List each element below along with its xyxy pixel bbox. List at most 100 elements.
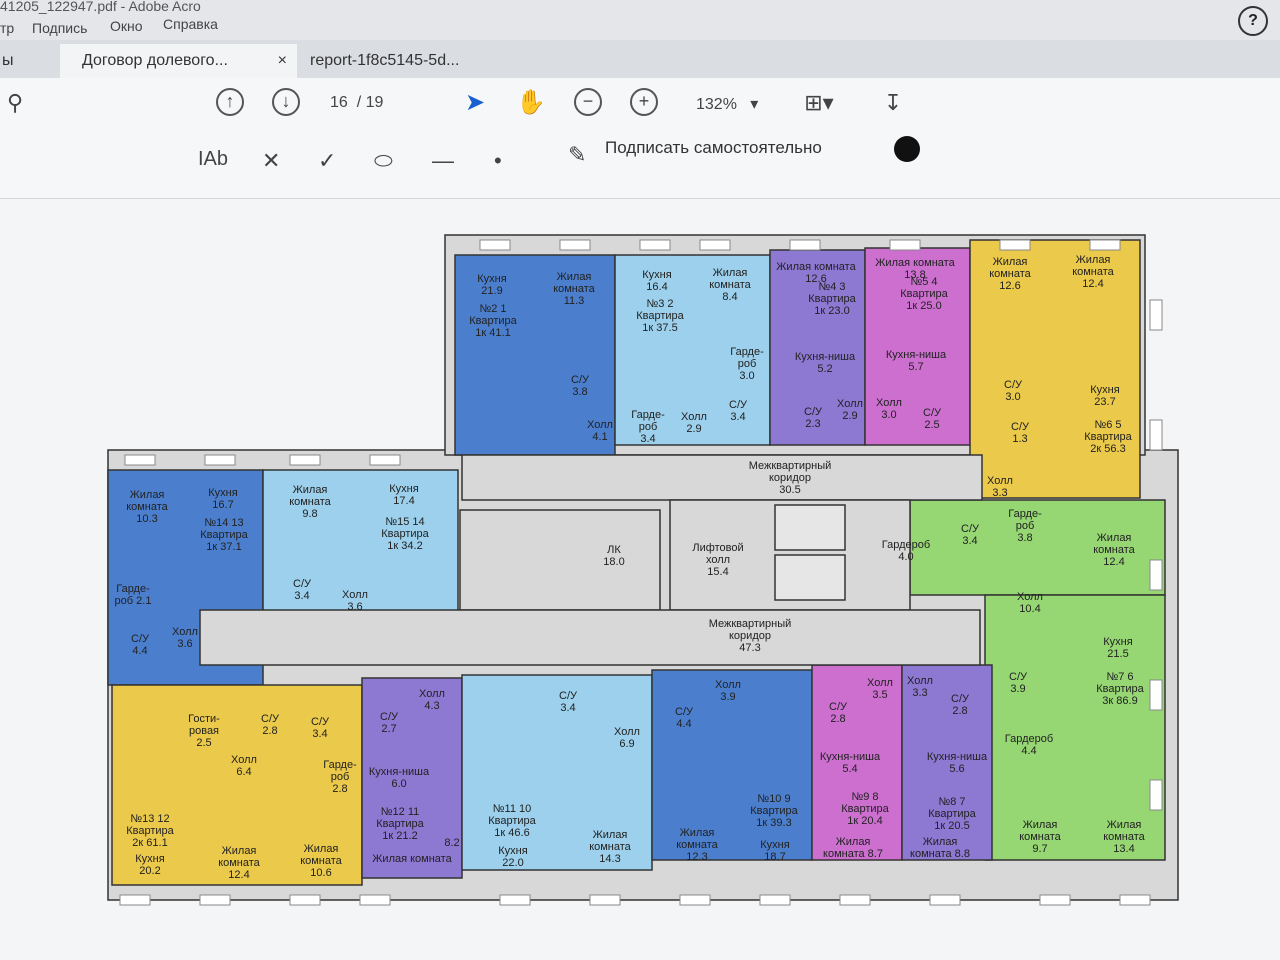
- tab-contract[interactable]: Договор долевого... ×: [60, 44, 297, 78]
- room-label-line: Гарде-: [631, 409, 665, 421]
- room-label-line: №10 9: [757, 793, 790, 805]
- tab-close-icon[interactable]: ×: [278, 44, 287, 78]
- room-label-line: 3.4: [294, 590, 309, 602]
- room-label: Кухня 17.4: [389, 483, 418, 507]
- menu-item-help[interactable]: Справка: [163, 16, 218, 32]
- room-label-line: Квартира: [469, 315, 517, 327]
- room-label-line: Холл: [172, 626, 198, 638]
- zoom-in-icon[interactable]: +: [630, 88, 658, 116]
- room-label-line: 3.5: [872, 689, 887, 701]
- room-label-line: коридор: [769, 472, 811, 484]
- check-mark-icon[interactable]: ✓: [318, 148, 336, 174]
- room-label-line: 4.1: [592, 431, 607, 443]
- next-page-icon[interactable]: ↓: [272, 88, 300, 116]
- room-label-line: 6.4: [236, 766, 251, 778]
- page-number-input[interactable]: 16: [330, 94, 348, 111]
- room-label-line: 2.9: [842, 410, 857, 422]
- line-icon[interactable]: —: [432, 148, 454, 174]
- sign-yourself-button[interactable]: Подписать самостоятельно: [605, 138, 822, 158]
- zoom-out-icon[interactable]: −: [574, 88, 602, 116]
- room-label-line: 3.9: [1010, 683, 1025, 695]
- scroll-mode-icon[interactable]: ↧: [878, 88, 908, 118]
- previous-page-icon[interactable]: ↑: [216, 88, 244, 116]
- room-label-line: Жилая: [293, 484, 328, 496]
- room-label-line: 3.6: [347, 601, 362, 613]
- window-mark: [124, 454, 156, 466]
- dot-icon[interactable]: •: [494, 148, 502, 174]
- room-label-line: Жилая: [1076, 254, 1111, 266]
- room-label-line: Квартира: [928, 808, 976, 820]
- help-button[interactable]: ?: [1238, 6, 1268, 36]
- room-label-line: №14 13: [204, 517, 243, 529]
- hand-tool-icon[interactable]: ✋: [516, 88, 546, 118]
- room-label-line: С/У: [1009, 671, 1028, 683]
- room-label-line: Квартира: [1096, 683, 1144, 695]
- room-label-line: Кухня: [760, 839, 789, 851]
- room-label-line: Холл: [987, 475, 1013, 487]
- room-label-line: Гарде-: [730, 346, 764, 358]
- room-label-line: 10.6: [310, 867, 331, 879]
- room-label-line: Квартира: [488, 815, 536, 827]
- window-mark: [1089, 239, 1121, 251]
- tab-report[interactable]: report-1f8c5145-5d...: [290, 44, 540, 78]
- room-label-line: С/У: [1011, 421, 1030, 433]
- room-label: №12 11 Квартира 1к 21.2: [376, 806, 424, 842]
- room-label-line: ровая: [189, 725, 219, 737]
- room-label-line: комната: [300, 855, 342, 867]
- room-label-line: холл: [706, 554, 730, 566]
- room-label-line: Кухня-ниша: [820, 751, 881, 763]
- room-label-line: Жилая: [680, 827, 715, 839]
- room-label-line: Холл: [907, 675, 933, 687]
- fit-page-icon[interactable]: ⊞▾: [804, 88, 834, 118]
- room-label-line: Гардероб: [1005, 733, 1053, 745]
- room-label-line: С/У: [729, 399, 748, 411]
- color-swatch-icon[interactable]: [894, 136, 920, 162]
- room-label-line: 22.0: [502, 857, 523, 869]
- room-label-line: Кухня-ниша: [927, 751, 988, 763]
- room-label-line: 3.4: [640, 433, 655, 445]
- room-label-line: 3.8: [572, 386, 587, 398]
- tab-label: Договор долевого...: [82, 52, 228, 69]
- room-label: С/У 2.8: [261, 713, 280, 737]
- window-mark: [1119, 894, 1151, 906]
- window-title: 41205_122947.pdf - Adobe Acro: [0, 0, 201, 14]
- room-label-line: роб: [639, 421, 658, 433]
- tab-bar: ы Договор долевого... × report-1f8c5145-…: [0, 40, 1280, 78]
- room-label-line: 16.4: [646, 281, 667, 293]
- window-mark: [639, 239, 671, 251]
- sign-pen-icon[interactable]: ✎: [568, 142, 586, 168]
- tab-left-fragment[interactable]: ы: [0, 44, 47, 78]
- search-icon[interactable]: ⚲: [0, 88, 30, 118]
- add-text-icon[interactable]: IAb: [198, 148, 228, 171]
- room-label-line: Квартира: [200, 529, 248, 541]
- room-label-line: №12 11: [381, 806, 420, 818]
- room-label-line: комната: [289, 496, 331, 508]
- room-label-line: Кухня-ниша: [795, 351, 856, 363]
- room-label-line: 16.7: [212, 499, 233, 511]
- window-mark: [289, 454, 321, 466]
- room-label-line: 2.7: [381, 723, 396, 735]
- ellipse-icon[interactable]: ⬭: [374, 148, 393, 174]
- room-label-line: 10.4: [1019, 603, 1040, 615]
- room-label-line: Холл: [715, 679, 741, 691]
- corridor-area: [461, 454, 983, 501]
- room-label: С/У 3.8: [571, 374, 590, 398]
- menu-item-window[interactable]: Окно: [110, 18, 143, 34]
- room-label-line: Холл: [876, 397, 902, 409]
- room-label-line: 9.7: [1032, 843, 1047, 855]
- menu-item-sign[interactable]: Подпись: [32, 20, 87, 36]
- room-label-line: комната: [1103, 831, 1145, 843]
- room-label-line: №4 3: [818, 281, 845, 293]
- menu-item-view[interactable]: тр: [0, 20, 14, 36]
- document-view[interactable]: Кухня 21.9 Жилая комната 11.3 №2 1 Квартира 1к …: [0, 199, 1280, 960]
- room-label-line: С/У: [804, 406, 823, 418]
- zoom-level[interactable]: 132% ▾: [696, 94, 758, 114]
- room-label-line: роб: [331, 771, 350, 783]
- cross-mark-icon[interactable]: ✕: [262, 148, 280, 174]
- room-label-line: С/У: [951, 693, 970, 705]
- room-label-line: С/У: [380, 711, 399, 723]
- room-label: С/У 4.4: [131, 633, 150, 657]
- room-label: Кухня 23.7: [1090, 384, 1119, 408]
- room-label: Кухня 20.2: [135, 853, 164, 877]
- select-cursor-icon[interactable]: ➤: [460, 88, 490, 118]
